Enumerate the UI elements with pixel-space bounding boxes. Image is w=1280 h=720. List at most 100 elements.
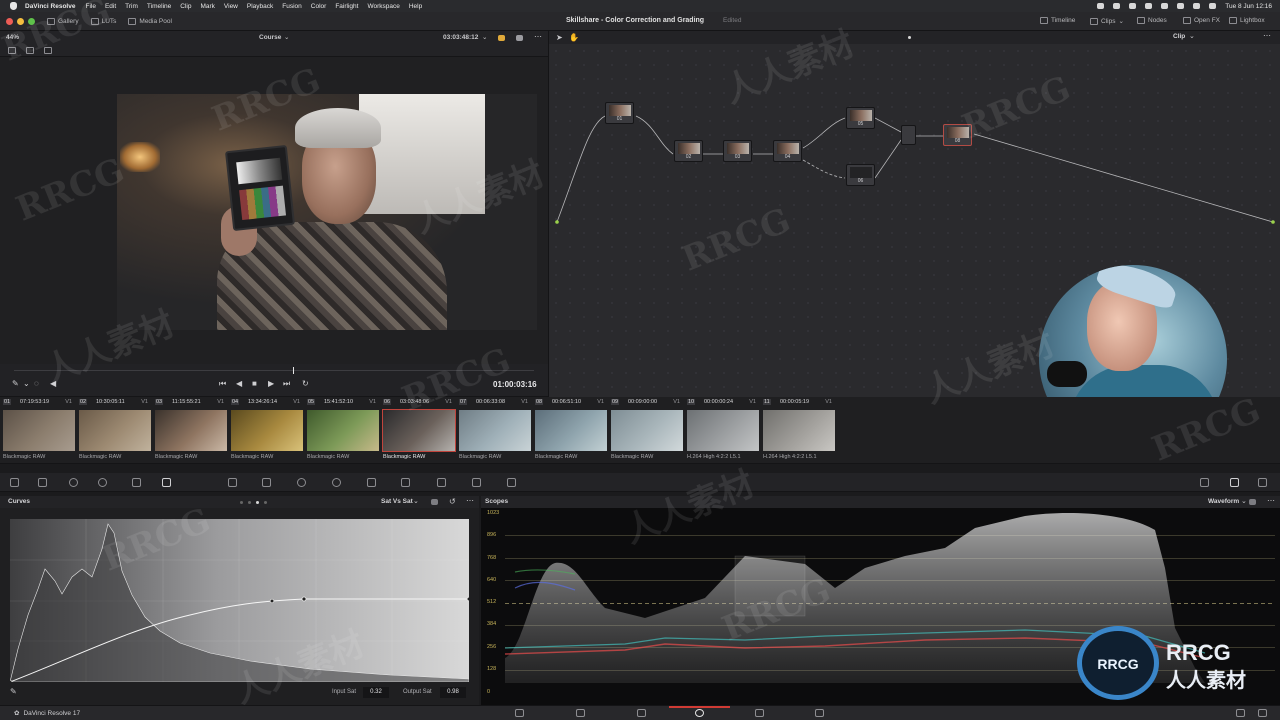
scope-settings-icon[interactable] xyxy=(1249,499,1256,505)
split-screen-icon[interactable] xyxy=(8,47,16,54)
loop-icon[interactable]: ↻ xyxy=(302,379,309,388)
menu-color[interactable]: Color xyxy=(311,3,327,10)
fullscreen-icon[interactable] xyxy=(516,35,523,41)
menu-workspace[interactable]: Workspace xyxy=(367,3,399,10)
clip-thumbnail[interactable]: 05 15:41:52:10 V1 Blackmagic RAW xyxy=(304,397,379,464)
menu-trim[interactable]: Trim xyxy=(125,3,138,10)
apple-menu-icon[interactable] xyxy=(10,2,17,10)
pointer-tool-icon[interactable]: ➤ xyxy=(556,33,563,42)
clip-thumbnail[interactable]: 03 11:15:55:21 V1 Blackmagic RAW xyxy=(152,397,227,464)
chevron-down-icon[interactable]: ⌄ xyxy=(23,379,30,388)
motion-effects-icon[interactable] xyxy=(132,478,141,487)
menu-edit[interactable]: Edit xyxy=(105,3,116,10)
timeline-button[interactable]: Timeline xyxy=(1040,17,1075,24)
eyedropper-icon[interactable]: ✎ xyxy=(10,687,17,696)
key-icon[interactable] xyxy=(437,478,446,487)
blur-icon[interactable] xyxy=(401,478,410,487)
media-pool-button[interactable]: Media Pool xyxy=(128,17,172,25)
clip-thumbnail[interactable]: 09 00:09:00:00 V1 Blackmagic RAW xyxy=(608,397,683,464)
window-icon[interactable] xyxy=(297,478,306,487)
wifi-icon[interactable] xyxy=(1177,3,1185,9)
camera-raw-icon[interactable] xyxy=(10,478,19,487)
mode-toggle-icon[interactable] xyxy=(431,499,438,505)
reset-icon[interactable]: ↺ xyxy=(449,497,456,506)
menu-file[interactable]: File xyxy=(85,3,95,10)
menu-timeline[interactable]: Timeline xyxy=(147,3,171,10)
viewer-zoom[interactable]: 44% xyxy=(6,34,19,41)
clips-button[interactable]: Clips ⌄ xyxy=(1090,17,1124,25)
node-graph-icon[interactable] xyxy=(44,47,52,54)
close-window-button[interactable] xyxy=(6,17,13,25)
qualifier-icon[interactable] xyxy=(262,478,271,487)
go-to-end-icon[interactable]: ⏭ xyxy=(283,379,290,389)
loop-off-icon[interactable]: ◌ xyxy=(34,379,39,388)
clip-thumbnail[interactable]: 11 00:00:05:19 V1 H.264 High 4:2:2 L5.1 xyxy=(760,397,835,464)
highlight-icon[interactable] xyxy=(498,35,505,41)
viewer[interactable] xyxy=(0,57,548,364)
open-fx-button[interactable]: Open FX xyxy=(1183,17,1220,24)
project-settings-icon[interactable] xyxy=(1258,709,1267,717)
3d-icon[interactable] xyxy=(507,478,516,487)
lightbox-button[interactable]: Lightbox xyxy=(1229,17,1265,24)
minimize-window-button[interactable] xyxy=(17,17,24,25)
node-03[interactable]: 03 xyxy=(723,140,752,162)
app-menu[interactable]: DaVinci Resolve xyxy=(25,3,75,10)
color-page-icon[interactable] xyxy=(695,709,704,717)
wipe-icon[interactable] xyxy=(26,47,34,54)
speaker-icon[interactable]: ◀ xyxy=(50,379,56,388)
edit-page-icon[interactable] xyxy=(637,709,646,717)
curve-graph[interactable] xyxy=(10,519,469,682)
play-icon[interactable]: ▶ xyxy=(268,379,274,388)
curves-icon[interactable] xyxy=(162,478,171,487)
nodes-button[interactable]: Nodes xyxy=(1137,17,1167,24)
curve-mode-selector[interactable]: Sat Vs Sat xyxy=(381,498,413,505)
node-05[interactable]: 05 xyxy=(846,107,875,129)
menu-playback[interactable]: Playback xyxy=(247,3,273,10)
scope-type-selector[interactable]: Waveform xyxy=(1208,498,1239,505)
node-mode-selector[interactable]: Clip xyxy=(1173,33,1185,40)
page-dot[interactable] xyxy=(248,501,251,504)
stop-icon[interactable]: ■ xyxy=(252,379,257,388)
keyframes-icon[interactable] xyxy=(1200,478,1209,487)
cloud-icon[interactable] xyxy=(1113,3,1121,9)
menu-clip[interactable]: Clip xyxy=(180,3,191,10)
node-01[interactable]: 01 xyxy=(605,102,634,124)
scopes-toggle-icon[interactable] xyxy=(1230,478,1239,487)
clip-thumbnail[interactable]: 10 00:00:00:24 V1 H.264 High 4:2:2 L5.1 xyxy=(684,397,759,464)
fairlight-page-icon[interactable] xyxy=(755,709,764,717)
playhead[interactable] xyxy=(293,367,294,374)
control-center-icon[interactable] xyxy=(1209,3,1217,9)
menu-help[interactable]: Help xyxy=(409,3,422,10)
input-sat-field[interactable]: 0.32 xyxy=(363,687,389,698)
more-options-icon[interactable]: ⋯ xyxy=(1263,31,1271,40)
cut-page-icon[interactable] xyxy=(576,709,585,717)
chevron-down-icon[interactable]: ⌄ xyxy=(413,497,419,505)
clip-thumbnail-selected[interactable]: 06 03:03:48:06 V1 Blackmagic RAW xyxy=(380,397,456,464)
gallery-button[interactable]: Gallery xyxy=(47,17,79,25)
layer-mixer-node[interactable] xyxy=(901,125,916,145)
zoom-window-button[interactable] xyxy=(28,17,35,25)
pick-tool-icon[interactable]: ✎ xyxy=(12,379,19,388)
color-warper-icon[interactable] xyxy=(228,478,237,487)
record-icon[interactable] xyxy=(1129,3,1137,9)
clip-thumbnail[interactable]: 01 07:19:53:19 V1 Blackmagic RAW xyxy=(0,397,75,464)
search-icon[interactable] xyxy=(1193,3,1201,9)
magic-mask-icon[interactable] xyxy=(367,478,376,487)
clock[interactable]: Tue 8 Jun 12:16 xyxy=(1225,3,1272,10)
menu-fusion[interactable]: Fusion xyxy=(282,3,302,10)
clip-thumbnail[interactable]: 04 13:34:26:14 V1 Blackmagic RAW xyxy=(228,397,303,464)
clip-thumbnail[interactable]: 07 00:06:33:08 V1 Blackmagic RAW xyxy=(456,397,531,464)
viewer-header-timecode[interactable]: 03:03:48:12 xyxy=(443,34,478,41)
node-04[interactable]: 04 xyxy=(773,140,802,162)
home-icon[interactable] xyxy=(1236,709,1245,717)
menu-mark[interactable]: Mark xyxy=(200,3,214,10)
luts-button[interactable]: LUTs xyxy=(90,17,116,25)
color-match-icon[interactable] xyxy=(38,478,47,487)
more-options-icon[interactable]: ⋯ xyxy=(1267,496,1275,505)
page-dot[interactable] xyxy=(240,501,243,504)
clip-thumbnail[interactable]: 02 10:30:05:11 V1 Blackmagic RAW xyxy=(76,397,151,464)
viewer-frame[interactable] xyxy=(117,94,537,330)
menu-view[interactable]: View xyxy=(224,3,238,10)
output-sat-field[interactable]: 0.98 xyxy=(440,687,466,698)
scrub-bar[interactable] xyxy=(14,370,534,371)
